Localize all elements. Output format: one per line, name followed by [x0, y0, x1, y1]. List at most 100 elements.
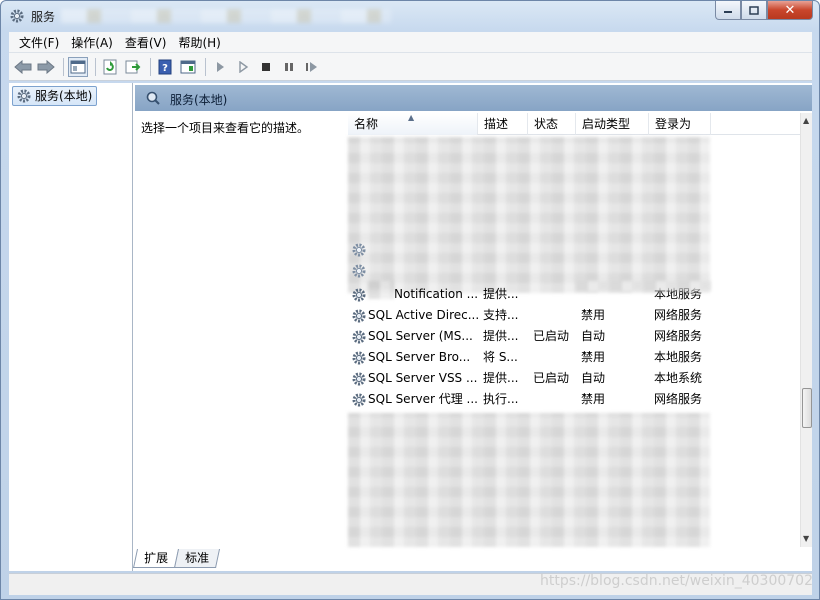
description-text: 选择一个项目来查看它的描述。 [141, 121, 310, 135]
tab-extended[interactable]: 扩展 [132, 549, 180, 568]
cell-startup-type: 禁用 [581, 392, 606, 406]
cell-startup-type: 自动 [581, 371, 606, 385]
cell-startup-type: 自动 [581, 329, 606, 343]
start-service-button[interactable] [210, 57, 230, 77]
close-icon: ✕ [784, 2, 796, 18]
window-controls: ✕ [715, 1, 813, 21]
export-list-button[interactable] [123, 57, 143, 77]
refresh-icon [103, 59, 117, 74]
menu-action[interactable]: 操作(A) [65, 34, 119, 51]
pane-title: 服务(本地) [170, 93, 228, 107]
play-icon [217, 61, 224, 72]
start-service-alt-button[interactable] [233, 57, 253, 77]
table-row[interactable]: SQL Server VSS ... 提供... 已启动 自动 本地系统 [348, 368, 800, 389]
toolbar-separator [150, 57, 151, 76]
show-console-tree-button[interactable] [68, 56, 88, 77]
svg-text:?: ? [162, 63, 168, 74]
properties-icon [180, 60, 196, 73]
gear-icon [352, 288, 366, 302]
close-button[interactable]: ✕ [767, 1, 813, 20]
pause-service-button[interactable] [279, 57, 299, 77]
refresh-button[interactable] [100, 57, 120, 77]
cell-logon-as: 网络服务 [654, 392, 703, 406]
scroll-down-icon[interactable]: ▼ [803, 534, 809, 543]
gear-icon [17, 89, 31, 103]
table-row[interactable]: SQL Server 代理 ... 执行... 禁用 网络服务 [348, 389, 800, 410]
view-tabs: 扩展 标准 [132, 549, 221, 569]
back-button[interactable] [13, 57, 33, 77]
sort-ascending-icon: ▲ [408, 113, 415, 122]
tab-standard[interactable]: 标准 [173, 549, 221, 568]
gear-icon [352, 393, 366, 407]
vertical-scrollbar[interactable]: ▲ ▼ [800, 113, 812, 547]
cell-status: 已启动 [533, 329, 570, 343]
tab-label: 标准 [185, 551, 210, 565]
blurred-rows-top [348, 137, 710, 293]
cell-name: SQL Server Bro... [368, 350, 471, 364]
gear-icon [352, 351, 366, 365]
toolbar-separator [205, 57, 206, 76]
stop-icon [262, 62, 270, 71]
resume-icon [306, 61, 317, 72]
tab-label: 扩展 [144, 551, 169, 565]
restart-service-button[interactable] [302, 57, 322, 77]
pane-header: 服务(本地) [135, 85, 812, 111]
cell-logon-as: 网络服务 [654, 308, 703, 322]
menu-view[interactable]: 查看(V) [119, 34, 173, 51]
cell-name: SQL Server VSS ... [368, 371, 478, 385]
window-title: 服务 [31, 10, 56, 24]
gear-icon [352, 243, 366, 257]
column-logon-as[interactable]: 登录为 [649, 113, 711, 135]
blurred-cell [368, 281, 394, 299]
cell-logon-as: 本地服务 [654, 350, 703, 364]
stop-service-button[interactable] [256, 57, 276, 77]
title-bar[interactable]: 服务 ✕ [1, 1, 819, 31]
table-row[interactable]: SQL Server (MS... 提供... 已启动 自动 网络服务 [348, 326, 800, 347]
menu-file[interactable]: 文件(F) [13, 34, 65, 51]
tree-item-label: 服务(本地) [35, 89, 93, 103]
cell-startup-type: 禁用 [581, 308, 606, 322]
table-row[interactable]: Notification ... 提供... 本地服务 [348, 284, 800, 305]
client-area: 服务(本地) 服务(本地) 选择一个项目来查看它的描述。 ▲ 名称 描述 状态 … [9, 83, 812, 571]
column-label: 启动类型 [582, 117, 631, 131]
cell-name: SQL Server 代理 ... [368, 392, 478, 406]
services-list[interactable]: ▲ 名称 描述 状态 启动类型 登录为 Notification ... 提供.… [348, 113, 812, 547]
gear-icon [352, 264, 366, 278]
help-button[interactable]: ? [155, 57, 175, 77]
blurred-cell [576, 281, 711, 291]
cell-name: SQL Server (MS... [368, 329, 473, 343]
scroll-up-icon[interactable]: ▲ [803, 116, 809, 125]
cell-description: 提供... [483, 329, 519, 343]
table-row[interactable]: SQL Active Direc... 支持... 禁用 网络服务 [348, 305, 800, 326]
table-row[interactable]: SQL Server Bro... 将 S... 禁用 本地服务 [348, 347, 800, 368]
cell-status: 已启动 [533, 371, 570, 385]
scrollbar-thumb[interactable] [802, 388, 812, 428]
column-header-row: ▲ 名称 描述 状态 启动类型 登录为 [348, 113, 800, 135]
maximize-button[interactable] [741, 1, 767, 20]
cell-startup-type: 禁用 [581, 350, 606, 364]
cell-name: SQL Active Direc... [368, 308, 478, 322]
column-name[interactable]: ▲ 名称 [348, 113, 478, 135]
gear-icon [10, 9, 24, 23]
maximize-icon [749, 5, 759, 15]
tree-item-services-local[interactable]: 服务(本地) [12, 86, 98, 106]
properties-button[interactable] [178, 57, 198, 77]
gear-icon [352, 372, 366, 386]
cell-logon-as: 本地系统 [654, 371, 703, 385]
column-startup-type[interactable]: 启动类型 [576, 113, 649, 135]
console-tree: 服务(本地) [9, 83, 133, 571]
minimize-button[interactable] [715, 1, 741, 20]
column-status[interactable]: 状态 [528, 113, 576, 135]
gear-icon [352, 330, 366, 344]
forward-button[interactable] [36, 57, 56, 77]
play-alt-icon [239, 60, 249, 73]
gear-icon [352, 309, 366, 323]
column-description[interactable]: 描述 [478, 113, 528, 135]
back-arrow-icon [14, 59, 32, 74]
menu-help[interactable]: 帮助(H) [172, 34, 226, 51]
menu-bar: 文件(F) 操作(A) 查看(V) 帮助(H) [9, 32, 812, 53]
toolbar-separator [63, 57, 64, 76]
forward-arrow-icon [37, 59, 55, 74]
column-label: 描述 [484, 117, 509, 131]
export-list-icon [125, 60, 141, 73]
